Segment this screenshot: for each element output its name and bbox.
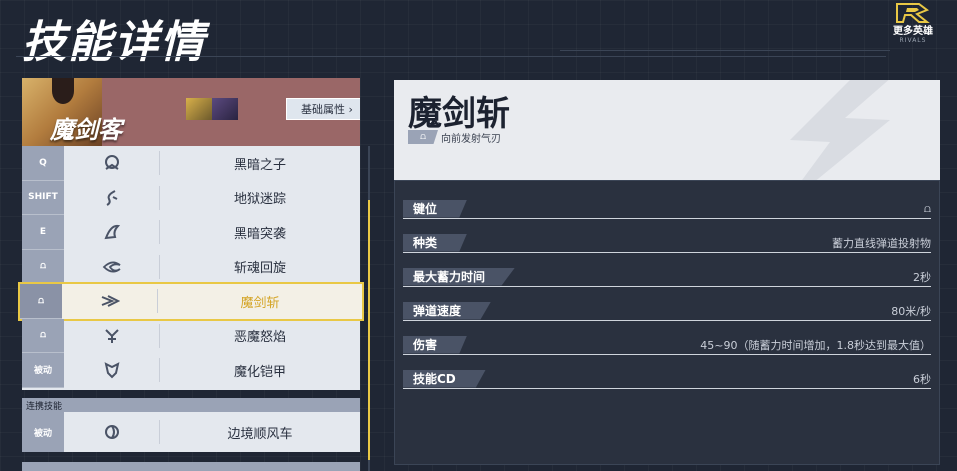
skill-key: ⩍ [20, 284, 62, 319]
attribute-name: 技能CD [403, 369, 486, 388]
skill-key: ⩍ [22, 249, 64, 284]
skill-label: 魔剑斩 [240, 295, 280, 311]
skill-label: 魔化铠甲 [233, 364, 286, 380]
header-divider-accent [560, 50, 890, 51]
attribute-name: 键位 [403, 199, 468, 218]
skill-detail-header: 魔剑斩 ⩍ 向前发射气刃 [394, 80, 940, 180]
page-title: 技能详情 [22, 17, 206, 68]
demon-flame-icon [64, 323, 160, 348]
attribute-value: 6秒 [913, 372, 931, 386]
skill-title: 魔剑斩 [408, 94, 510, 134]
skill-tag-key: ⩍ [408, 130, 438, 144]
attribute-row: 键位 ⩍ [403, 199, 931, 219]
scrollbar-thumb[interactable] [368, 200, 370, 460]
attribute-value: 蓄力直线弹道投射物 [832, 236, 931, 250]
list-bottom-strip [22, 462, 360, 471]
rivals-logo-icon [896, 3, 930, 23]
team-up-hero-icon[interactable] [212, 98, 238, 120]
attribute-name: 种类 [403, 233, 468, 252]
attribute-name: 伤害 [403, 335, 468, 354]
brand-name: 更多英雄 [893, 26, 933, 37]
skill-row[interactable]: E 黑暗突袭 [22, 215, 360, 250]
skull-icon [64, 151, 160, 176]
attribute-name: 弹道速度 [403, 301, 492, 320]
skill-label: 恶魔怒焰 [233, 330, 286, 346]
skill-key: 被动 [22, 412, 64, 452]
teleport-icon [64, 185, 160, 210]
skill-row[interactable]: SHIFT 地狱迷踪 [22, 180, 360, 215]
skill-label: 边境顺风车 [227, 426, 293, 442]
skill-tag-text: 向前发射气刃 [441, 133, 501, 145]
armor-icon [64, 358, 160, 383]
attribute-row: 最大蓄力时间 2秒 [403, 267, 931, 287]
hero-card: 魔剑客 基础属性 › [22, 78, 360, 146]
sword-wave-icon [62, 289, 158, 314]
attribute-row: 弹道速度 80米/秒 [403, 301, 931, 321]
attribute-name: 最大蓄力时间 [403, 267, 516, 286]
brand-logo[interactable]: 更多英雄 RIVALS [883, 2, 943, 48]
combo-skill-row[interactable]: 被动 边境顺风车 [22, 412, 360, 452]
brand-sub: RIVALS [899, 37, 927, 44]
skill-key: 被动 [22, 353, 64, 388]
attribute-row: 种类 蓄力直线弹道投射物 [403, 233, 931, 253]
team-up-hero-icon[interactable] [186, 98, 212, 120]
skill-label: 地狱迷踪 [233, 192, 286, 208]
skill-key: SHIFT [22, 180, 64, 215]
attribute-value: 80米/秒 [891, 304, 931, 318]
skill-key: ⩍ [22, 318, 64, 353]
lightning-bolt-icon [790, 80, 890, 180]
skill-row[interactable]: ⩍ 恶魔怒焰 [22, 318, 360, 353]
skill-row-selected[interactable]: ⩍ 魔剑斩 [18, 282, 364, 321]
skill-row[interactable]: Q 黑暗之子 [22, 146, 360, 181]
base-attributes-button[interactable]: 基础属性 › [286, 98, 360, 120]
skill-attributes-panel: 键位 ⩍ 种类 蓄力直线弹道投射物 最大蓄力时间 2秒 弹道速度 80米/秒 伤… [394, 180, 940, 465]
spin-icon [64, 254, 160, 279]
attribute-value: ⩍ [923, 201, 931, 215]
attribute-value: 2秒 [913, 270, 931, 284]
skill-list: Q 黑暗之子 SHIFT 地狱迷踪 E 黑暗突袭 ⩍ 斩魂回旋 ⩍ 魔剑斩 ⩍ [18, 146, 364, 390]
attribute-value: 45~90（随蓄力时间增加，1.8秒达到最大值） [700, 338, 931, 352]
dash-icon [64, 220, 160, 245]
skill-label: 黑暗突袭 [233, 226, 286, 242]
skill-tag: ⩍ 向前发射气刃 [408, 130, 501, 145]
skill-label: 黑暗之子 [233, 157, 286, 173]
skill-key: Q [22, 146, 64, 181]
combo-section-header: 连携技能 [22, 398, 360, 412]
attribute-row: 技能CD 6秒 [403, 369, 931, 389]
skill-row[interactable]: ⩍ 斩魂回旋 [22, 249, 360, 284]
hero-name: 魔剑客 [50, 116, 122, 144]
skill-row[interactable]: 被动 魔化铠甲 [22, 353, 360, 388]
attribute-row: 伤害 45~90（随蓄力时间增加，1.8秒达到最大值） [403, 335, 931, 355]
skill-key: E [22, 215, 64, 250]
header-divider [16, 56, 886, 57]
skill-label: 斩魂回旋 [233, 261, 286, 277]
windmill-icon [64, 420, 160, 444]
